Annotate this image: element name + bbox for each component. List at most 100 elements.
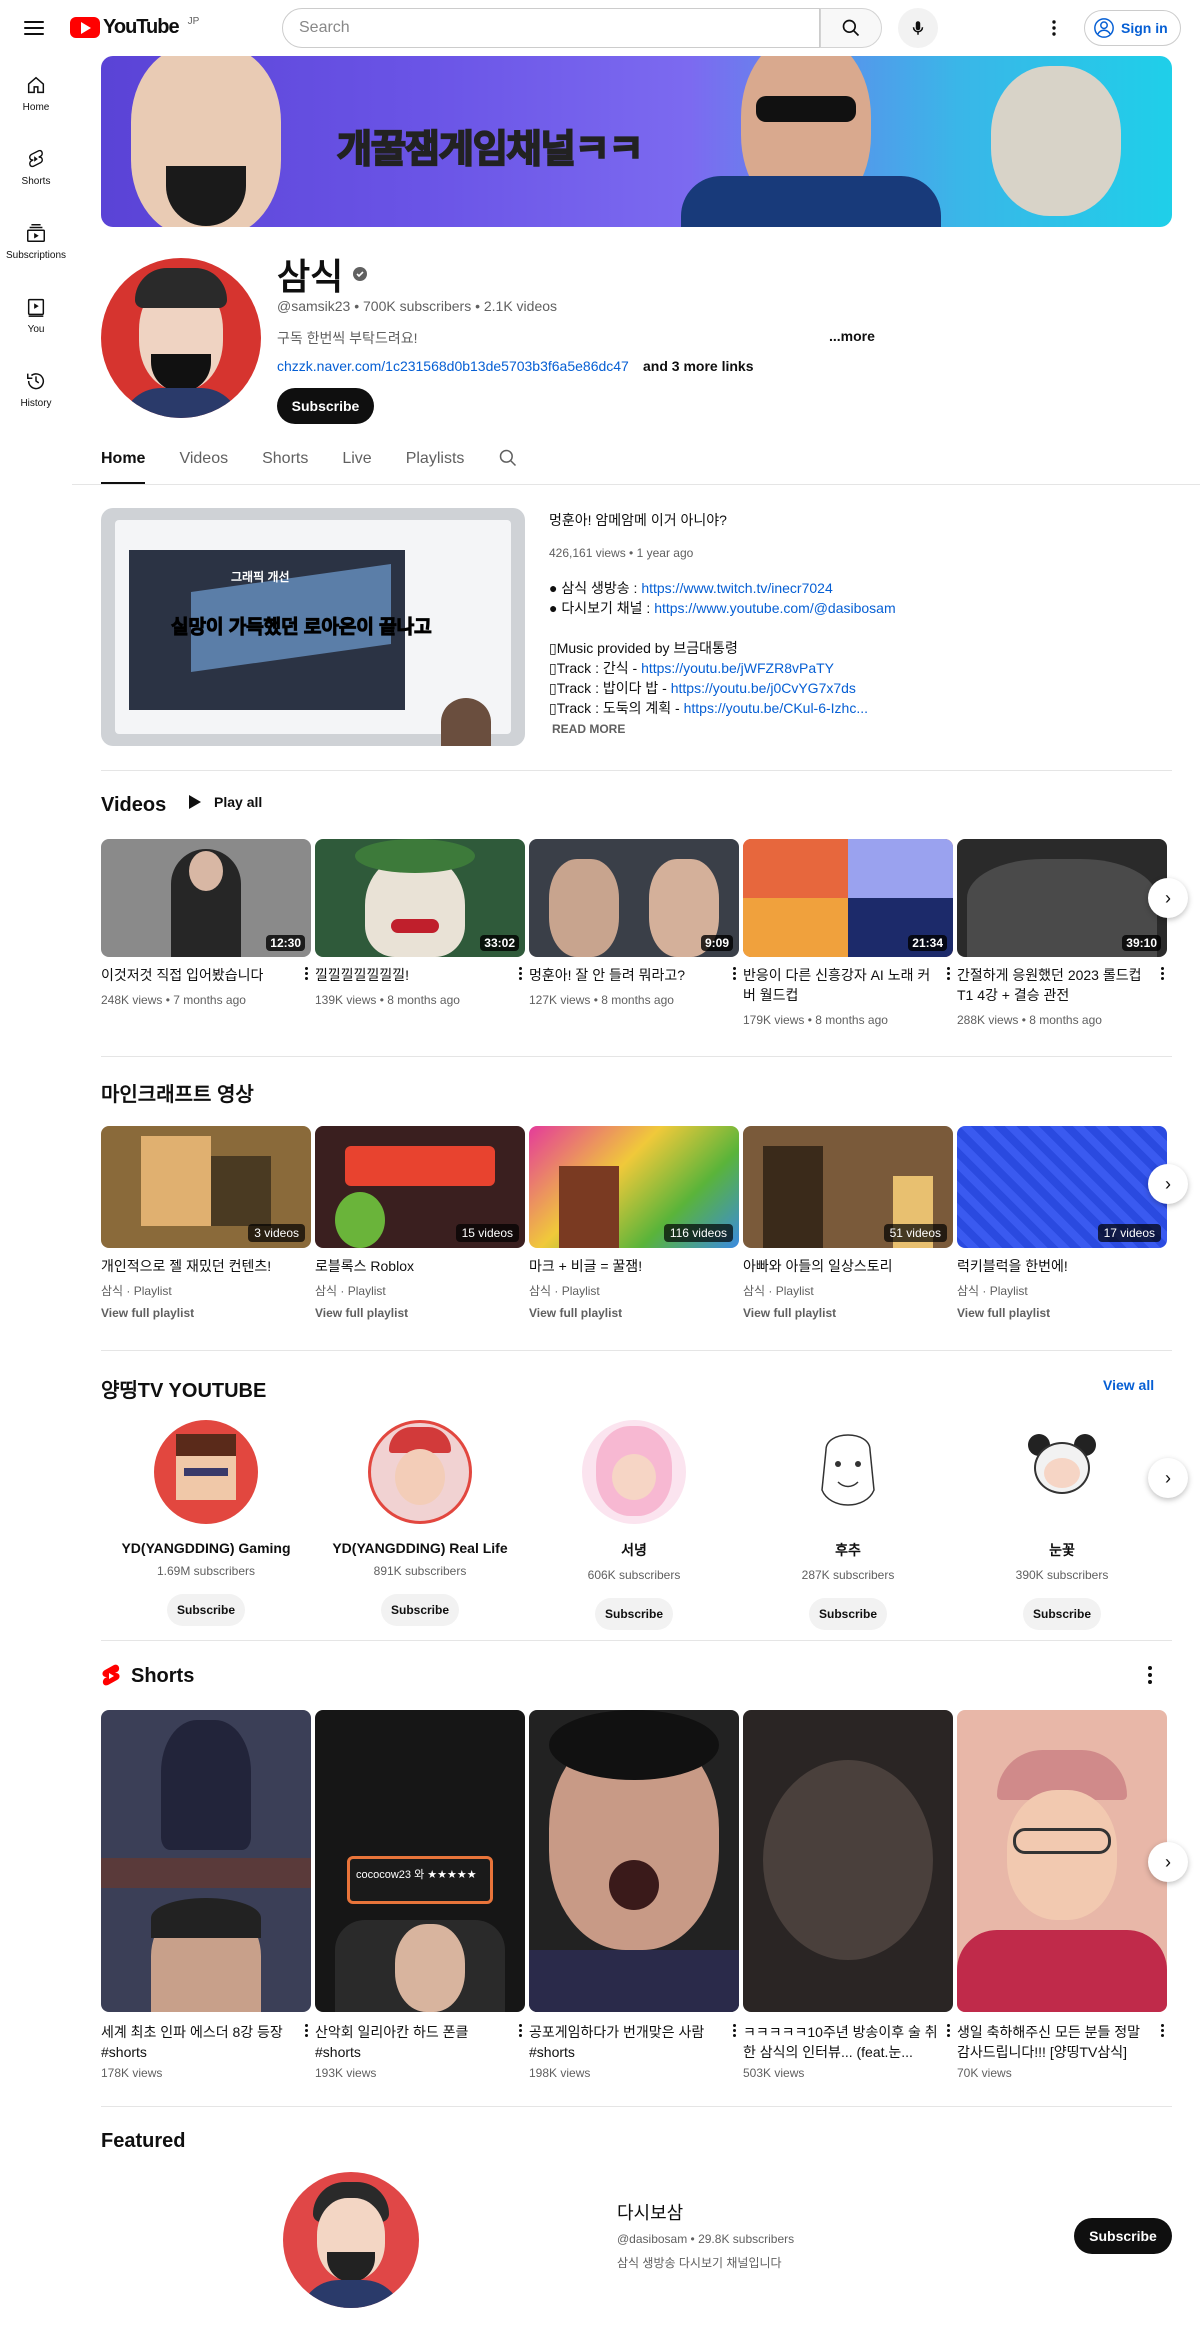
short-thumbnail[interactable]: [743, 1710, 953, 2012]
more-options-icon[interactable]: [305, 2024, 309, 2037]
minecraft-section-title[interactable]: 마인크래프트 영상: [101, 1078, 254, 1107]
channel-card[interactable]: 서녕 606K subscribers Subscribe: [529, 1420, 739, 1630]
short-card[interactable]: 공포게임하다가 번개맞은 사람 #shorts 198K views: [529, 1710, 739, 2080]
playlist-thumbnail[interactable]: 17 videos: [957, 1126, 1167, 1248]
playlist-card[interactable]: 116 videos 마크 + 비글 = 꿀잼! 삼식 · Playlist V…: [529, 1126, 739, 1320]
more-options-icon[interactable]: [733, 967, 737, 980]
playlist-thumbnail[interactable]: 116 videos: [529, 1126, 739, 1248]
channel-card-avatar[interactable]: [1010, 1420, 1114, 1524]
video-thumbnail[interactable]: 9:09: [529, 839, 739, 957]
view-full-playlist-link[interactable]: View full playlist: [743, 1306, 953, 1320]
featured-video-title[interactable]: 멍훈아! 암메암메 이거 아니야?: [549, 510, 727, 530]
short-card[interactable]: 생일 축하해주신 모든 분들 정말 감사드립니다!!! [양띵TV삼식] 70K…: [957, 1710, 1167, 2080]
search-input[interactable]: Search: [282, 8, 820, 48]
playlist-card[interactable]: 15 videos 로블록스 Roblox 삼식 · Playlist View…: [315, 1126, 525, 1320]
channel-description[interactable]: 구독 한번씩 부탁드려요!: [277, 328, 417, 348]
tab-live[interactable]: Live: [342, 444, 371, 484]
featured-subscribe-button[interactable]: Subscribe: [1074, 2218, 1172, 2254]
channel-card-name[interactable]: 서녕: [529, 1540, 739, 1560]
playlist-title[interactable]: 마크 + 비글 = 꿀잼!: [529, 1256, 719, 1276]
channel-card[interactable]: 눈꽃 390K subscribers Subscribe: [957, 1420, 1167, 1630]
more-options-icon[interactable]: [305, 967, 309, 980]
channel-link[interactable]: chzzk.naver.com/1c231568d0b13de5703b3f6a…: [277, 358, 629, 374]
channel-card-avatar[interactable]: [582, 1420, 686, 1524]
videos-section-title[interactable]: Videos: [101, 794, 166, 817]
play-all-button[interactable]: Play all: [188, 794, 262, 810]
short-card[interactable]: 세계 최초 인파 에스더 8강 등장 #shorts 178K views: [101, 1710, 311, 2080]
video-title[interactable]: 반응이 다른 신흥강자 AI 노래 커버 월드컵: [743, 965, 933, 1005]
channels-next-button[interactable]: ›: [1148, 1458, 1188, 1498]
more-options-icon[interactable]: [733, 2024, 737, 2037]
channel-subscribe-button[interactable]: Subscribe: [381, 1594, 459, 1626]
shorts-more-icon[interactable]: [1148, 1666, 1152, 1684]
playlist-thumbnail[interactable]: 51 videos: [743, 1126, 953, 1248]
playlist-card[interactable]: 3 videos 개인적으로 젤 재밌던 컨텐츠! 삼식 · Playlist …: [101, 1126, 311, 1320]
video-card[interactable]: 9:09 멍훈아! 잘 안 들려 뭐라고? 127K views • 8 mon…: [529, 839, 739, 1009]
video-thumbnail[interactable]: 39:10: [957, 839, 1167, 957]
view-full-playlist-link[interactable]: View full playlist: [315, 1306, 525, 1320]
sign-in-button[interactable]: Sign in: [1084, 10, 1181, 46]
desc-link[interactable]: https://youtu.be/CKul-6-Izhc...: [684, 700, 868, 716]
channel-card-name[interactable]: YD(YANGDDING) Real Life: [315, 1540, 525, 1556]
more-options-icon[interactable]: [947, 2024, 951, 2037]
featured-channel-avatar[interactable]: [283, 2172, 419, 2308]
playlist-title[interactable]: 로블록스 Roblox: [315, 1256, 505, 1276]
more-options-icon[interactable]: [519, 967, 523, 980]
sidebar-item-subscriptions[interactable]: Subscriptions: [0, 204, 72, 278]
video-card[interactable]: 39:10 간절하게 응원했던 2023 롤드컵 T1 4강 + 결승 관전 2…: [957, 839, 1167, 1029]
more-options-icon[interactable]: [1161, 967, 1165, 980]
view-full-playlist-link[interactable]: View full playlist: [101, 1306, 311, 1320]
channel-card[interactable]: 후추 287K subscribers Subscribe: [743, 1420, 953, 1630]
channel-subscribe-button[interactable]: Subscribe: [595, 1598, 673, 1630]
playlist-title[interactable]: 럭키블럭을 한번에!: [957, 1256, 1147, 1276]
channel-search-icon[interactable]: [498, 444, 518, 473]
desc-link[interactable]: https://youtu.be/j0CvYG7x7ds: [671, 680, 856, 696]
playlist-thumbnail[interactable]: 3 videos: [101, 1126, 311, 1248]
channel-subscribe-button[interactable]: Subscribe: [1023, 1598, 1101, 1630]
video-title[interactable]: 간절하게 응원했던 2023 롤드컵 T1 4강 + 결승 관전: [957, 965, 1147, 1005]
video-title[interactable]: 낄낄낄낄낄낄낄!: [315, 965, 505, 985]
channel-card-avatar[interactable]: [796, 1420, 900, 1524]
playlist-title[interactable]: 아빠와 아들의 일상스토리: [743, 1256, 933, 1276]
more-options-icon[interactable]: [947, 967, 951, 980]
tab-home[interactable]: Home: [101, 444, 146, 484]
read-more-button[interactable]: READ MORE: [552, 722, 625, 736]
playlist-card[interactable]: 17 videos 럭키블럭을 한번에! 삼식 · Playlist View …: [957, 1126, 1167, 1320]
settings-more-icon[interactable]: [1038, 12, 1070, 44]
videos-next-button[interactable]: ›: [1148, 878, 1188, 918]
desc-link[interactable]: https://www.youtube.com/@dasibosam: [654, 600, 895, 616]
search-button[interactable]: [820, 8, 882, 48]
short-title[interactable]: 산악회 일리아칸 하드 폰클 #shorts: [315, 2022, 510, 2062]
shorts-next-button[interactable]: ›: [1148, 1842, 1188, 1882]
shorts-section-title[interactable]: Shorts: [131, 1665, 194, 1688]
channel-subscribe-button[interactable]: Subscribe: [167, 1594, 245, 1626]
channel-subscribe-button[interactable]: Subscribe: [809, 1598, 887, 1630]
channel-card-name[interactable]: 눈꽃: [957, 1540, 1167, 1560]
video-thumbnail[interactable]: 12:30: [101, 839, 311, 957]
description-more-link[interactable]: ...more: [829, 328, 875, 344]
video-card[interactable]: 12:30 이것저것 직접 입어봤습니다 248K views • 7 mont…: [101, 839, 311, 1009]
playlist-thumbnail[interactable]: 15 videos: [315, 1126, 525, 1248]
subscribe-button[interactable]: Subscribe: [277, 388, 374, 424]
short-title[interactable]: 생일 축하해주신 모든 분들 정말 감사드립니다!!! [양띵TV삼식]: [957, 2022, 1152, 2062]
tab-videos[interactable]: Videos: [179, 444, 228, 484]
sidebar-item-you[interactable]: You: [0, 278, 72, 352]
view-full-playlist-link[interactable]: View full playlist: [529, 1306, 739, 1320]
sidebar-item-home[interactable]: Home: [0, 56, 72, 130]
short-card[interactable]: cococow23 와 ★★★★★ 산악회 일리아칸 하드 폰클 #shorts…: [315, 1710, 525, 2080]
short-thumbnail[interactable]: [101, 1710, 311, 2012]
playlist-title[interactable]: 개인적으로 젤 재밌던 컨텐츠!: [101, 1256, 291, 1276]
view-full-playlist-link[interactable]: View full playlist: [957, 1306, 1167, 1320]
channel-card[interactable]: YD(YANGDDING) Gaming 1.69M subscribers S…: [101, 1420, 311, 1626]
short-card[interactable]: ㅋㅋㅋㅋㅋ10주년 방송이후 술 취한 삼식의 인터뷰... (feat.눈..…: [743, 1710, 953, 2080]
short-title[interactable]: ㅋㅋㅋㅋㅋ10주년 방송이후 술 취한 삼식의 인터뷰... (feat.눈..…: [743, 2022, 938, 2062]
desc-link[interactable]: https://youtu.be/jWFZR8vPaTY: [641, 660, 834, 676]
more-options-icon[interactable]: [519, 2024, 523, 2037]
view-all-link[interactable]: View all: [1103, 1377, 1154, 1393]
featured-channel-name[interactable]: 다시보삼: [617, 2199, 683, 2225]
short-thumbnail[interactable]: cococow23 와 ★★★★★: [315, 1710, 525, 2012]
sidebar-item-history[interactable]: History: [0, 352, 72, 426]
more-links-button[interactable]: and 3 more links: [643, 358, 753, 374]
sidebar-item-shorts[interactable]: Shorts: [0, 130, 72, 204]
youtube-logo[interactable]: YouTube JP: [70, 16, 199, 39]
